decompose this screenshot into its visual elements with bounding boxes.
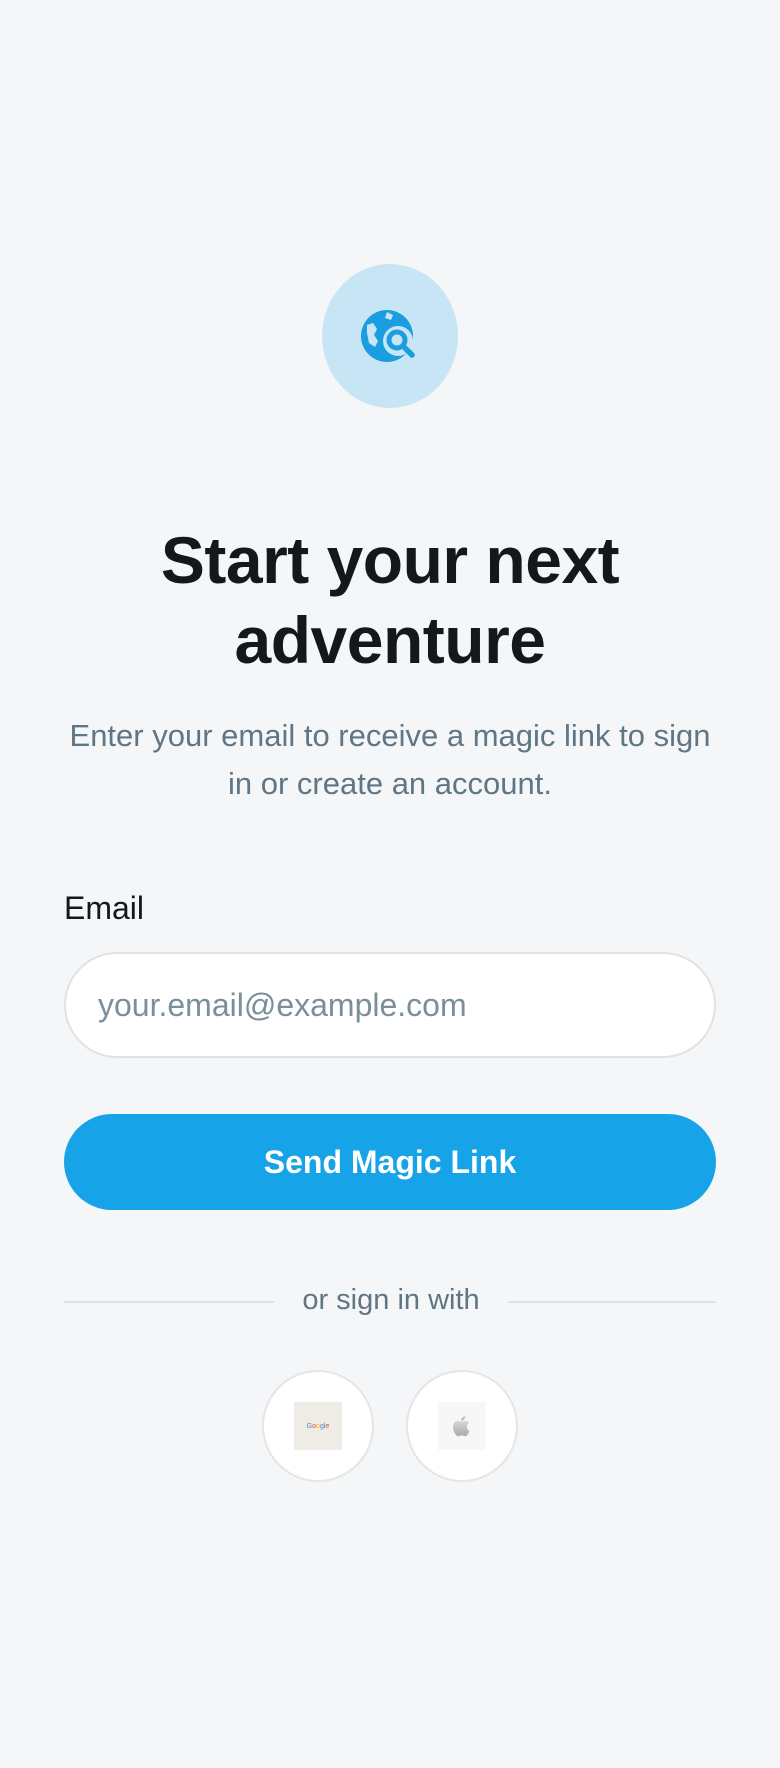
- email-label: Email: [64, 890, 145, 926]
- travel-explore-icon: [361, 310, 415, 362]
- google-sign-in-button[interactable]: Google: [262, 1370, 374, 1482]
- email-field[interactable]: [64, 952, 716, 1058]
- divider-text: or sign in with: [302, 1284, 480, 1316]
- hero-icon-circle: [322, 264, 458, 408]
- sign-in-screen: Start your next adventure Enter your ema…: [0, 0, 780, 1768]
- google-logo-icon: Google: [294, 1402, 342, 1450]
- apple-logo-icon: [438, 1402, 486, 1450]
- divider-line-left: [64, 1301, 274, 1303]
- page-title: Start your next adventure: [160, 523, 620, 677]
- send-magic-link-button[interactable]: Send Magic Link: [64, 1114, 716, 1210]
- page-subtitle: Enter your email to receive a magic link…: [69, 718, 711, 801]
- apple-sign-in-button[interactable]: [406, 1370, 518, 1482]
- divider-line-right: [508, 1301, 716, 1303]
